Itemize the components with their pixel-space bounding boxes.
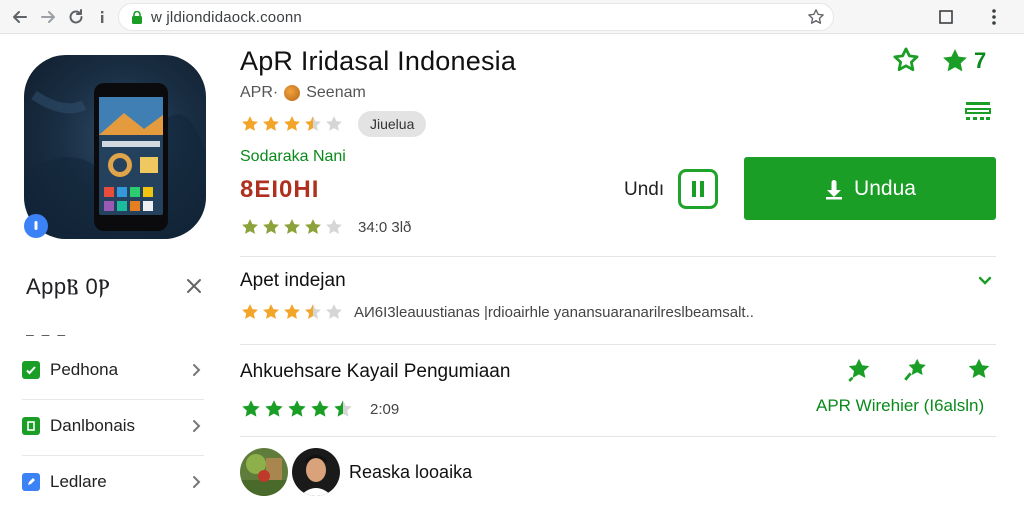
green-label[interactable]: Sodaraka Nani	[240, 148, 346, 166]
check-square-icon	[22, 361, 40, 379]
section-count: 2:09	[370, 400, 400, 418]
app-title: ApR Iridasal Indonesia	[240, 46, 517, 76]
developer-prefix: APR·	[240, 84, 279, 101]
url-text[interactable]: w jldiondidaock.coonn	[151, 9, 302, 26]
header-rating: Jiuelua	[240, 111, 427, 137]
sidebar-item-label: Pedhona	[50, 360, 119, 379]
star-rating	[240, 217, 344, 237]
section-description: AИ6I3leauustianas |rdioairhle yanansuara…	[354, 303, 754, 321]
star-icon	[305, 116, 321, 131]
star-icon	[326, 304, 342, 319]
developer-avatar-icon	[284, 85, 301, 101]
install-button[interactable]: Undua	[744, 157, 996, 220]
section-divider	[240, 344, 996, 345]
lock-icon	[131, 10, 143, 24]
list-menu-icon[interactable]	[964, 100, 992, 122]
rating-count: 34:0 3lð	[358, 218, 412, 236]
sidebar-divider-text: – – –	[26, 326, 68, 342]
star-icon	[263, 219, 279, 234]
star-icon	[284, 304, 300, 319]
verified-badge-icon	[24, 214, 48, 238]
install-button-label: Undua	[854, 176, 916, 200]
section-title[interactable]: Apet indejan	[240, 270, 346, 292]
star-icon	[242, 400, 260, 417]
edit-square-icon	[22, 473, 40, 491]
address-bar[interactable]: w jldiondidaock.coonn	[118, 3, 834, 31]
rating-pill[interactable]: Jiuelua	[358, 111, 427, 137]
back-arrow-icon[interactable]	[8, 5, 32, 29]
favorite-star-icon[interactable]	[966, 356, 992, 382]
info-icon[interactable]	[90, 5, 114, 29]
chevron-right-icon	[188, 418, 204, 434]
browser-toolbar: w jldiondidaock.coonn	[0, 0, 1024, 34]
star-icon	[334, 400, 352, 417]
sidebar-item-ledlare[interactable]: Ledlare	[22, 460, 204, 504]
close-icon[interactable]	[184, 276, 204, 296]
star-icon	[326, 219, 342, 234]
sidebar-item-pedhona[interactable]: Pedhona	[22, 348, 204, 392]
top-number: 7	[974, 48, 987, 73]
sidebar-item-label: Ledlare	[50, 472, 107, 491]
sidebar-item-danlbonais[interactable]: Danlbonais	[22, 404, 204, 448]
reviewer-avatar[interactable]	[292, 448, 340, 496]
developer-link[interactable]: APR Wirehier (I6alsln)	[816, 396, 984, 416]
star-icon	[284, 116, 300, 131]
pin-star-icon[interactable]	[846, 356, 872, 382]
sidebar-title: AppⲂ 0Ⲣ	[26, 274, 111, 299]
more-vert-icon[interactable]	[982, 5, 1006, 29]
download-icon	[826, 179, 843, 199]
star-icon	[242, 116, 258, 131]
sidebar-item-label: Danlbonais	[50, 416, 136, 435]
star-icon	[305, 219, 321, 234]
star-icon	[242, 304, 258, 319]
bookmark-star-icon[interactable]	[807, 8, 825, 26]
star-rating	[240, 114, 344, 134]
rate-star-icon[interactable]	[940, 46, 970, 76]
reload-icon[interactable]	[64, 5, 88, 29]
reviewer-name[interactable]: Reaska looaika	[349, 462, 472, 483]
developer-line[interactable]: APR· Seenam	[240, 84, 366, 102]
undu-label[interactable]: Undı	[624, 179, 664, 201]
section-title[interactable]: Ahkuehsare Kayail Pengumiaan	[240, 361, 510, 383]
wishlist-star-outline-icon[interactable]	[892, 46, 920, 74]
forward-arrow-icon[interactable]	[36, 5, 60, 29]
section-divider	[240, 256, 996, 257]
sidebar-divider	[22, 455, 204, 456]
section-divider	[240, 436, 996, 437]
chevron-down-icon[interactable]	[976, 272, 994, 290]
star-icon	[265, 400, 283, 417]
star-rating	[240, 398, 354, 420]
sidebar-divider	[22, 399, 204, 400]
app-icon	[24, 55, 206, 239]
star-icon	[311, 400, 329, 417]
window-restore-icon[interactable]	[934, 5, 958, 29]
section-rating: 2:09	[240, 398, 399, 420]
star-icon	[263, 304, 279, 319]
star-icon	[263, 116, 279, 131]
star-rating	[240, 302, 344, 322]
section-rating: AИ6I3leauustianas |rdioairhle yanansuara…	[240, 302, 754, 322]
share-star-icon[interactable]	[902, 356, 928, 382]
developer-name[interactable]: Seenam	[306, 84, 366, 102]
price-text: 8EI0ΗI	[240, 176, 320, 203]
chevron-right-icon	[188, 362, 204, 378]
star-icon	[326, 116, 342, 131]
star-icon	[284, 219, 300, 234]
page-square-icon	[22, 417, 40, 435]
secondary-rating: 34:0 3lð	[240, 217, 411, 237]
avatar[interactable]	[240, 448, 288, 496]
star-icon	[305, 304, 321, 319]
star-icon	[288, 400, 306, 417]
device-select-icon[interactable]	[678, 169, 718, 209]
chevron-right-icon	[188, 474, 204, 490]
star-icon	[242, 219, 258, 234]
